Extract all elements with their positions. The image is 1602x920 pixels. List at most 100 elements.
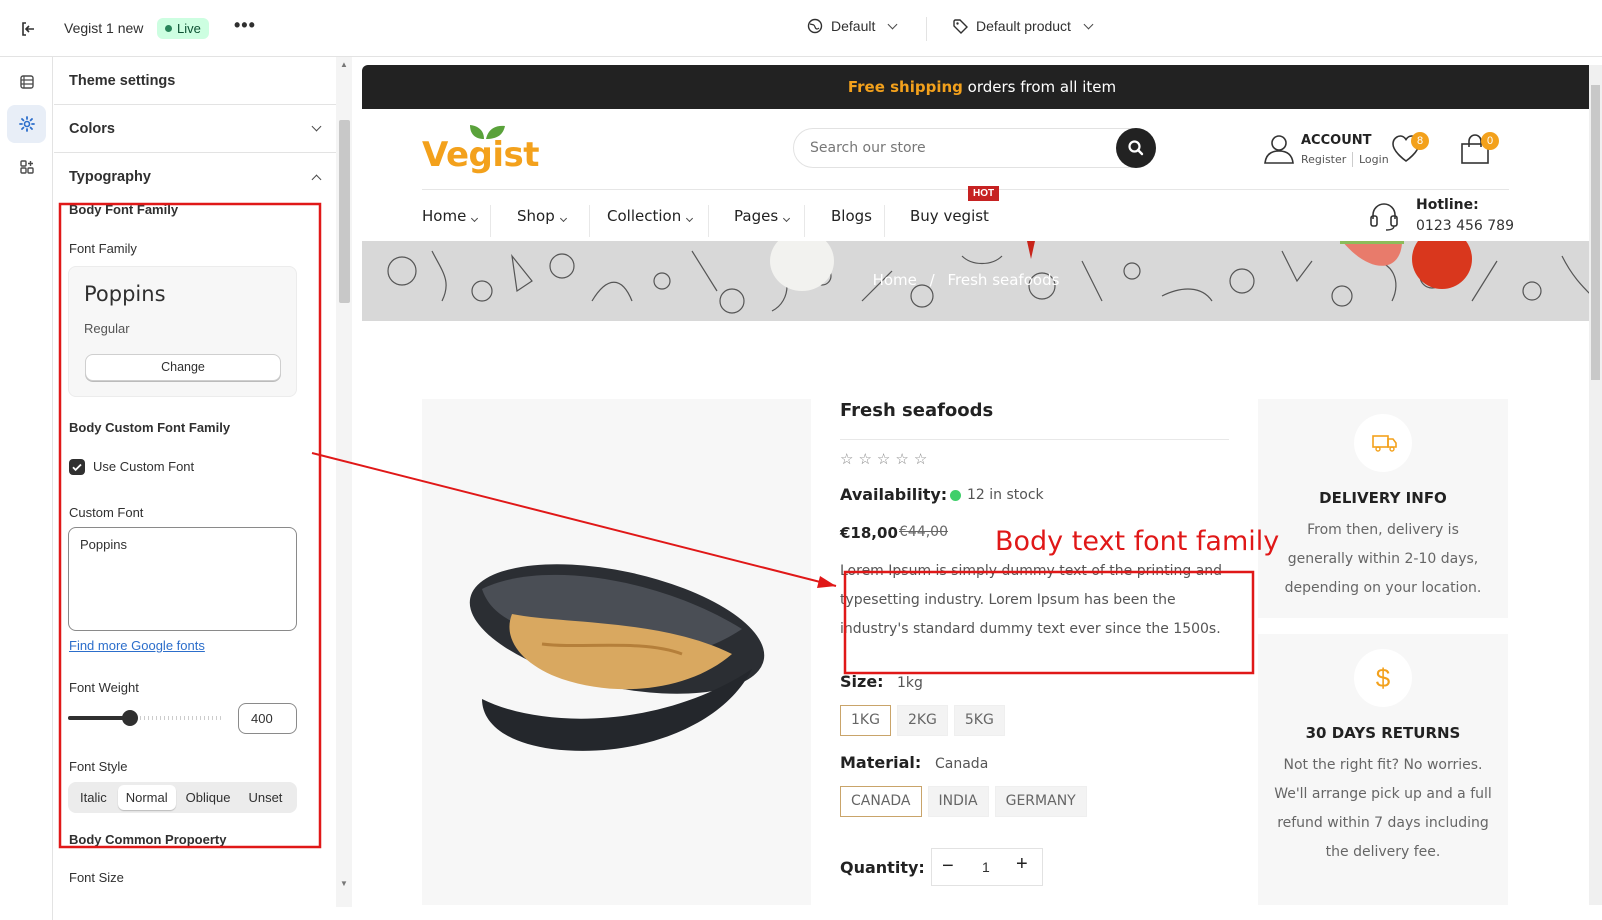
use-custom-font-label: Use Custom Font bbox=[93, 459, 195, 474]
font-weight-slider[interactable] bbox=[68, 708, 222, 728]
cart-count: 0 bbox=[1481, 132, 1499, 150]
theme-name: Vegist 1 new bbox=[64, 20, 144, 36]
header-divider bbox=[422, 189, 1509, 190]
size-label: Size: bbox=[840, 672, 884, 691]
cart-button[interactable]: 0 bbox=[1458, 129, 1508, 169]
store-logo[interactable]: Vegist bbox=[422, 121, 540, 177]
nav-item-blogs[interactable]: Blogs bbox=[831, 207, 872, 225]
search-input[interactable]: Search our store bbox=[793, 128, 1156, 168]
hotline-number[interactable]: 0123 456 789 bbox=[1416, 218, 1514, 234]
nav-label: Home bbox=[422, 207, 467, 225]
font-weight-value: 400 bbox=[251, 711, 273, 726]
nav-item-shop[interactable]: Shop bbox=[517, 207, 567, 225]
chevron-down-icon bbox=[311, 121, 322, 132]
size-option-2kg[interactable]: 2KG bbox=[896, 705, 948, 736]
font-style-italic[interactable]: Italic bbox=[71, 785, 116, 810]
quantity-value[interactable]: 1 bbox=[982, 859, 990, 875]
font-variant: Regular bbox=[84, 321, 130, 336]
scrollbar-thumb[interactable] bbox=[1591, 85, 1600, 380]
settings-panel: Theme settings Colors Typography Body Fo… bbox=[54, 57, 336, 907]
font-family-label: Font Family bbox=[69, 241, 137, 256]
font-style-oblique[interactable]: Oblique bbox=[178, 785, 239, 810]
template-label: Default product bbox=[976, 18, 1071, 34]
minus-icon[interactable]: − bbox=[942, 855, 954, 878]
nav-divider bbox=[708, 205, 709, 237]
font-style-unset[interactable]: Unset bbox=[240, 785, 290, 810]
star-icon: ☆ bbox=[876, 451, 896, 468]
headset-icon bbox=[1370, 203, 1398, 231]
panel-title: Theme settings bbox=[69, 72, 176, 89]
nav-item-buy-vegist[interactable]: Buy vegist bbox=[910, 207, 989, 225]
nav-label: Buy vegist bbox=[910, 207, 989, 225]
delivery-title: DELIVERY INFO bbox=[1319, 489, 1447, 507]
material-option-germany[interactable]: GERMANY bbox=[994, 786, 1087, 817]
account-title[interactable]: ACCOUNT bbox=[1301, 133, 1372, 148]
size-option-1kg[interactable]: 1KG bbox=[840, 705, 891, 736]
colors-section[interactable]: Colors bbox=[54, 105, 336, 153]
nav-item-collection[interactable]: Collection bbox=[607, 207, 694, 225]
announcement-bar: Free shipping orders from all item bbox=[362, 65, 1602, 109]
divider bbox=[926, 17, 927, 41]
scroll-down-icon[interactable]: ▼ bbox=[340, 879, 348, 888]
change-font-button[interactable]: Change bbox=[85, 354, 281, 381]
plus-icon[interactable]: + bbox=[1016, 853, 1028, 876]
chevron-down-icon bbox=[783, 214, 791, 223]
scroll-up-icon[interactable]: ▲ bbox=[340, 60, 348, 69]
custom-font-textarea[interactable]: Poppins bbox=[68, 527, 297, 631]
material-options: CANADA INDIA GERMANY bbox=[840, 786, 1093, 817]
custom-font-heading: Body Custom Font Family bbox=[69, 420, 231, 435]
nav-label: Blogs bbox=[831, 207, 872, 225]
price: €18,00 bbox=[840, 524, 898, 542]
product-image[interactable] bbox=[422, 399, 811, 905]
font-style-segmented: Italic Normal Oblique Unset bbox=[68, 782, 297, 813]
star-icon: ☆ bbox=[858, 451, 877, 468]
panel-scrollbar[interactable]: ▲ ▼ bbox=[336, 57, 352, 907]
register-link[interactable]: Register bbox=[1301, 153, 1346, 166]
apps-icon[interactable] bbox=[7, 148, 46, 186]
theme-settings-header: Theme settings bbox=[54, 57, 336, 105]
market-selector[interactable]: Default bbox=[807, 18, 898, 34]
mussel-image bbox=[469, 564, 765, 751]
chevron-up-icon bbox=[311, 174, 322, 184]
chevron-down-icon bbox=[1083, 19, 1094, 29]
star-icon: ☆ bbox=[913, 451, 933, 468]
breadcrumb: Home / Fresh seafoods bbox=[362, 271, 1570, 289]
nav-item-pages[interactable]: Pages bbox=[734, 207, 791, 225]
typography-section[interactable]: Typography bbox=[54, 153, 336, 201]
font-size-label: Font Size bbox=[69, 870, 124, 885]
stock-status: 12 in stock bbox=[967, 487, 1044, 503]
title-divider bbox=[840, 439, 1229, 440]
slider-thumb[interactable] bbox=[121, 710, 138, 726]
breadcrumb-current: Fresh seafoods bbox=[947, 271, 1060, 289]
breadcrumb-separator: / bbox=[929, 271, 935, 289]
material-option-india[interactable]: INDIA bbox=[927, 786, 989, 817]
sections-icon[interactable] bbox=[7, 63, 46, 101]
nav-label: Collection bbox=[607, 207, 682, 225]
colors-label: Colors bbox=[69, 120, 115, 137]
scrollbar-thumb[interactable] bbox=[339, 120, 350, 303]
announcement-highlight: Free shipping bbox=[847, 78, 963, 96]
tag-icon bbox=[953, 19, 968, 34]
theme-settings-gear-icon[interactable] bbox=[7, 105, 46, 143]
nav-item-home[interactable]: Home bbox=[422, 207, 479, 225]
google-fonts-link[interactable]: Find more Google fonts bbox=[69, 638, 205, 653]
exit-icon[interactable] bbox=[18, 19, 38, 39]
more-actions-icon[interactable]: ••• bbox=[234, 15, 256, 36]
font-weight-input[interactable]: 400 bbox=[238, 703, 297, 734]
search-button[interactable] bbox=[1116, 128, 1156, 168]
login-link[interactable]: Login bbox=[1359, 153, 1389, 166]
breadcrumb-home[interactable]: Home bbox=[873, 271, 917, 289]
size-option-5kg[interactable]: 5KG bbox=[953, 705, 1005, 736]
common-property-heading: Body Common Propoerty bbox=[69, 832, 227, 847]
wishlist-button[interactable]: 8 bbox=[1389, 129, 1439, 169]
material-option-canada[interactable]: CANADA bbox=[840, 786, 922, 817]
user-icon[interactable] bbox=[1262, 132, 1296, 166]
use-custom-font-checkbox[interactable] bbox=[69, 459, 85, 475]
font-picker-card: Poppins Regular Change bbox=[68, 266, 297, 397]
chevron-down-icon bbox=[559, 214, 567, 223]
template-selector[interactable]: Default product bbox=[952, 18, 1094, 34]
font-style-normal[interactable]: Normal bbox=[117, 785, 176, 810]
globe-icon bbox=[807, 18, 823, 34]
font-name: Poppins bbox=[84, 282, 166, 306]
preview-scrollbar[interactable] bbox=[1589, 65, 1602, 905]
